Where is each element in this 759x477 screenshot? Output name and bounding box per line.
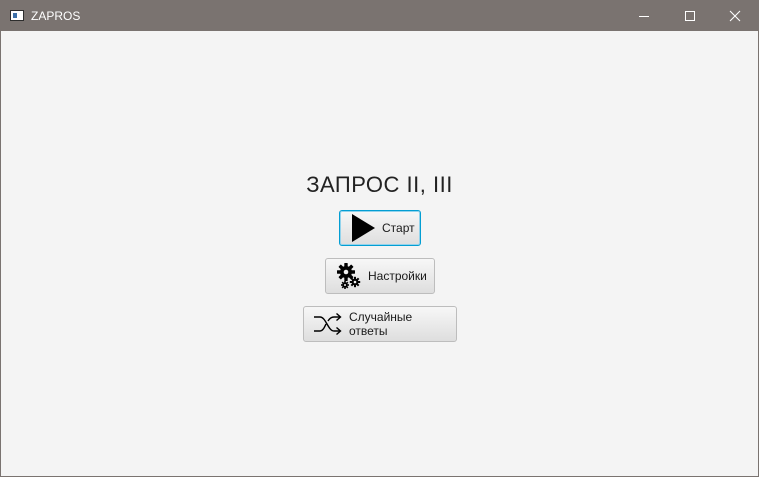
title-bar[interactable]: ZAPROS <box>1 1 758 31</box>
page-title: ЗАПРОС II, III <box>306 172 453 197</box>
window-title: ZAPROS <box>31 9 81 23</box>
maximize-icon <box>685 11 695 21</box>
minimize-button[interactable] <box>621 1 667 31</box>
app-window: ZAPROS ЗАПРОС II, III Старт Настройки Сл… <box>0 0 759 477</box>
start-button[interactable]: Старт <box>339 210 421 246</box>
close-button[interactable] <box>712 1 758 31</box>
start-button-label: Старт <box>382 221 415 235</box>
maximize-button[interactable] <box>667 1 713 31</box>
app-window-icon <box>10 10 24 21</box>
random-answers-button-label: Случайные ответы <box>349 310 413 338</box>
settings-button[interactable]: Настройки <box>325 258 435 294</box>
close-icon <box>729 10 741 22</box>
minimize-icon <box>639 16 649 17</box>
shuffle-icon <box>313 311 343 337</box>
settings-button-label: Настройки <box>368 269 427 283</box>
main-content: ЗАПРОС II, III Старт Настройки Случайные… <box>1 31 758 476</box>
play-icon <box>350 213 376 243</box>
random-answers-button[interactable]: Случайные ответы <box>303 306 457 342</box>
gears-icon <box>336 261 362 291</box>
